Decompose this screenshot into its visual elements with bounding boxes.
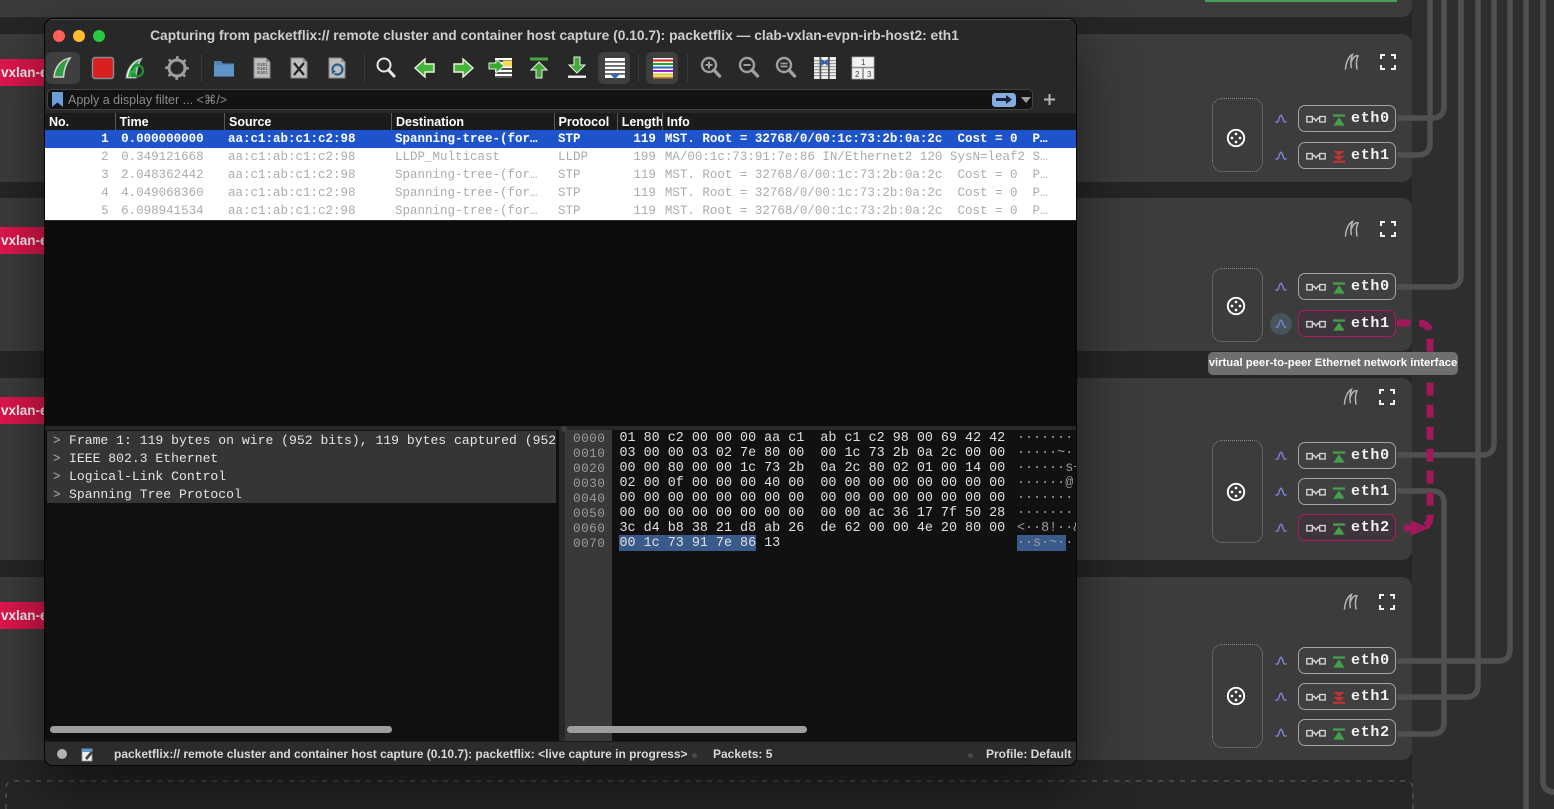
svg-text:2: 2 [855, 70, 860, 79]
svg-text:3: 3 [867, 70, 872, 79]
svg-text:0101: 0101 [257, 70, 268, 76]
svg-text:1: 1 [861, 58, 866, 67]
